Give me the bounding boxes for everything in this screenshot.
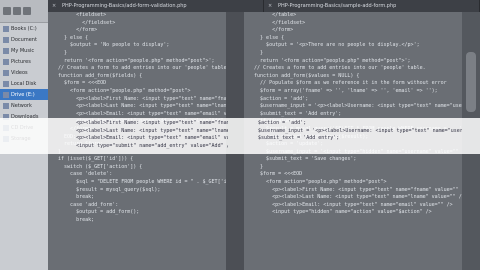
sidebar-item[interactable]: Document [0, 34, 48, 45]
code-line: $action = 'add'; [246, 120, 307, 126]
close-icon[interactable]: × [52, 3, 56, 9]
code-line: return '<form action="people.php" method… [52, 57, 215, 64]
code-line: } else { [248, 34, 285, 41]
folder-icon [3, 69, 9, 76]
sidebar-item[interactable]: Books (C:) [0, 23, 48, 34]
code-line: </fieldset> [52, 19, 116, 26]
folder-icon [3, 91, 9, 98]
code-line: function add_form($fields) { [52, 72, 143, 79]
sidebar-item-label: Document [11, 36, 37, 43]
code-line: return '<form action="people.php" method… [248, 57, 411, 64]
code-line: <fieldset> [52, 12, 107, 18]
code-line: <p><label>First Name: <input type="text"… [76, 95, 226, 102]
code-line: // Populate $form as we reference it in … [248, 80, 447, 87]
code-line: // Creates a form to add entries into ou… [248, 65, 426, 72]
code-line: // Creates a form to add entries into ou… [52, 65, 226, 72]
code-line: $username_input = '<p><label>Username: <… [260, 103, 462, 110]
code-line: function add_form($values = NULL) { [248, 72, 360, 79]
code-line: } [248, 49, 264, 56]
code-line: <p><label>First Name: <input type="text"… [248, 186, 462, 193]
code-line: if (isset($_GET['id'])) { [52, 156, 134, 163]
code-line: <p><label>Email: <input type="text" name… [76, 135, 228, 142]
code-line: break; [52, 217, 95, 224]
code-line: $output = '<p>There are no people to dis… [248, 42, 420, 49]
folder-icon [3, 102, 9, 109]
code-line: $output = 'No people to display'; [52, 42, 170, 49]
code-line: } [248, 163, 264, 170]
code-line: $sql = "DELETE FROM people WHERE id = " … [52, 179, 226, 186]
sidebar-item[interactable]: Videos [0, 67, 48, 78]
code-line: <p><label>Email: <input type="text" name… [248, 201, 453, 208]
scrollbar-thumb[interactable] [466, 52, 476, 112]
folder-icon [3, 36, 9, 43]
tab-left-file[interactable]: × PHP-Programming-Basics/add-form-valida… [48, 0, 264, 12]
sidebar-item-label: Books (C:) [11, 25, 37, 32]
code-line: <form action="people.php" method="post"> [52, 87, 191, 94]
code-line: switch ($_GET['action']) { [52, 163, 143, 170]
sidebar-item-label: Pictures [11, 58, 31, 65]
code-line: $result = mysql_query($sql); [52, 186, 161, 193]
tab-label: PHP-Programming-Basics/add-form-validati… [62, 3, 187, 9]
sidebar-item-label: Drive (E:) [11, 91, 35, 98]
tab-right-file[interactable]: × PHP-Programming-Basics/sample-add-form… [264, 0, 480, 12]
sidebar-item[interactable]: Drive (E:) [0, 89, 48, 100]
sidebar-item-label: Network [11, 102, 32, 109]
code-line: $username_input = '<p><label>Username: <… [258, 127, 462, 134]
tab-bar: × PHP-Programming-Basics/add-form-valida… [48, 0, 480, 12]
code-line: </form> [52, 27, 98, 34]
code-line: $form = <<<EOD [52, 80, 107, 87]
folder-icon[interactable] [23, 7, 31, 15]
code-line: $action = 'add'; [248, 95, 309, 102]
code-line: </table> [248, 12, 297, 18]
sidebar-item-label: My Music [11, 47, 35, 54]
code-line: break; [52, 194, 95, 201]
code-line: <p><label>Last Name: <input type="text" … [248, 194, 462, 201]
code-line: $form = array('fname' => '', 'lname' => … [248, 87, 438, 94]
tab-label: PHP-Programming-Basics/sample-add-form.p… [278, 3, 397, 9]
code-line: <input type="hidden" name="action" value… [248, 209, 432, 216]
highlighted-left-code: <p><label>First Name: <input type="text"… [52, 120, 228, 150]
sidebar-item-label: Local Disk [11, 80, 37, 87]
code-line: <p><label>Last Name: <input type="text" … [76, 103, 226, 110]
code-line: } else { [52, 34, 89, 41]
folder-icon [3, 58, 9, 65]
code-line: $output = add_form(); [52, 209, 140, 216]
code-line: $submit_text = 'Save changes'; [248, 156, 357, 163]
close-icon[interactable]: × [268, 3, 272, 9]
sidebar-item[interactable]: Local Disk [0, 78, 48, 89]
right-code-text: </table> </fieldset> </form> } else { $o… [244, 12, 462, 217]
sidebar-item[interactable]: Network [0, 100, 48, 111]
sidebar-item[interactable]: My Music [0, 45, 48, 56]
forward-icon[interactable] [13, 7, 21, 15]
sidebar-item-label: Videos [11, 69, 28, 76]
code-line: </fieldset> [248, 19, 306, 26]
folder-icon [3, 25, 9, 32]
code-line: <input type="submit" name="add_entry" va… [52, 142, 228, 149]
code-line: <p><label>Last Name: <input type="text" … [76, 127, 228, 134]
code-line: } [52, 49, 68, 56]
back-icon[interactable] [3, 7, 11, 15]
code-line: case 'delete': [52, 171, 113, 178]
sidebar-toolbar [0, 0, 48, 23]
code-line: <p><label>First Name: <input type="text"… [76, 120, 228, 126]
folder-icon [3, 80, 9, 87]
highlighted-right-code: $action = 'add'; $username_input = '<p><… [246, 120, 462, 143]
folder-icon [3, 47, 9, 54]
code-line: $form = <<<EOD [248, 171, 303, 178]
code-line: $submit_text = 'Add entry'; [246, 135, 340, 142]
code-line: case 'add_form': [52, 201, 119, 208]
code-line: <form action="people.php" method="post"> [248, 179, 387, 186]
sidebar-item[interactable]: Pictures [0, 56, 48, 67]
code-line: </form> [248, 27, 294, 34]
